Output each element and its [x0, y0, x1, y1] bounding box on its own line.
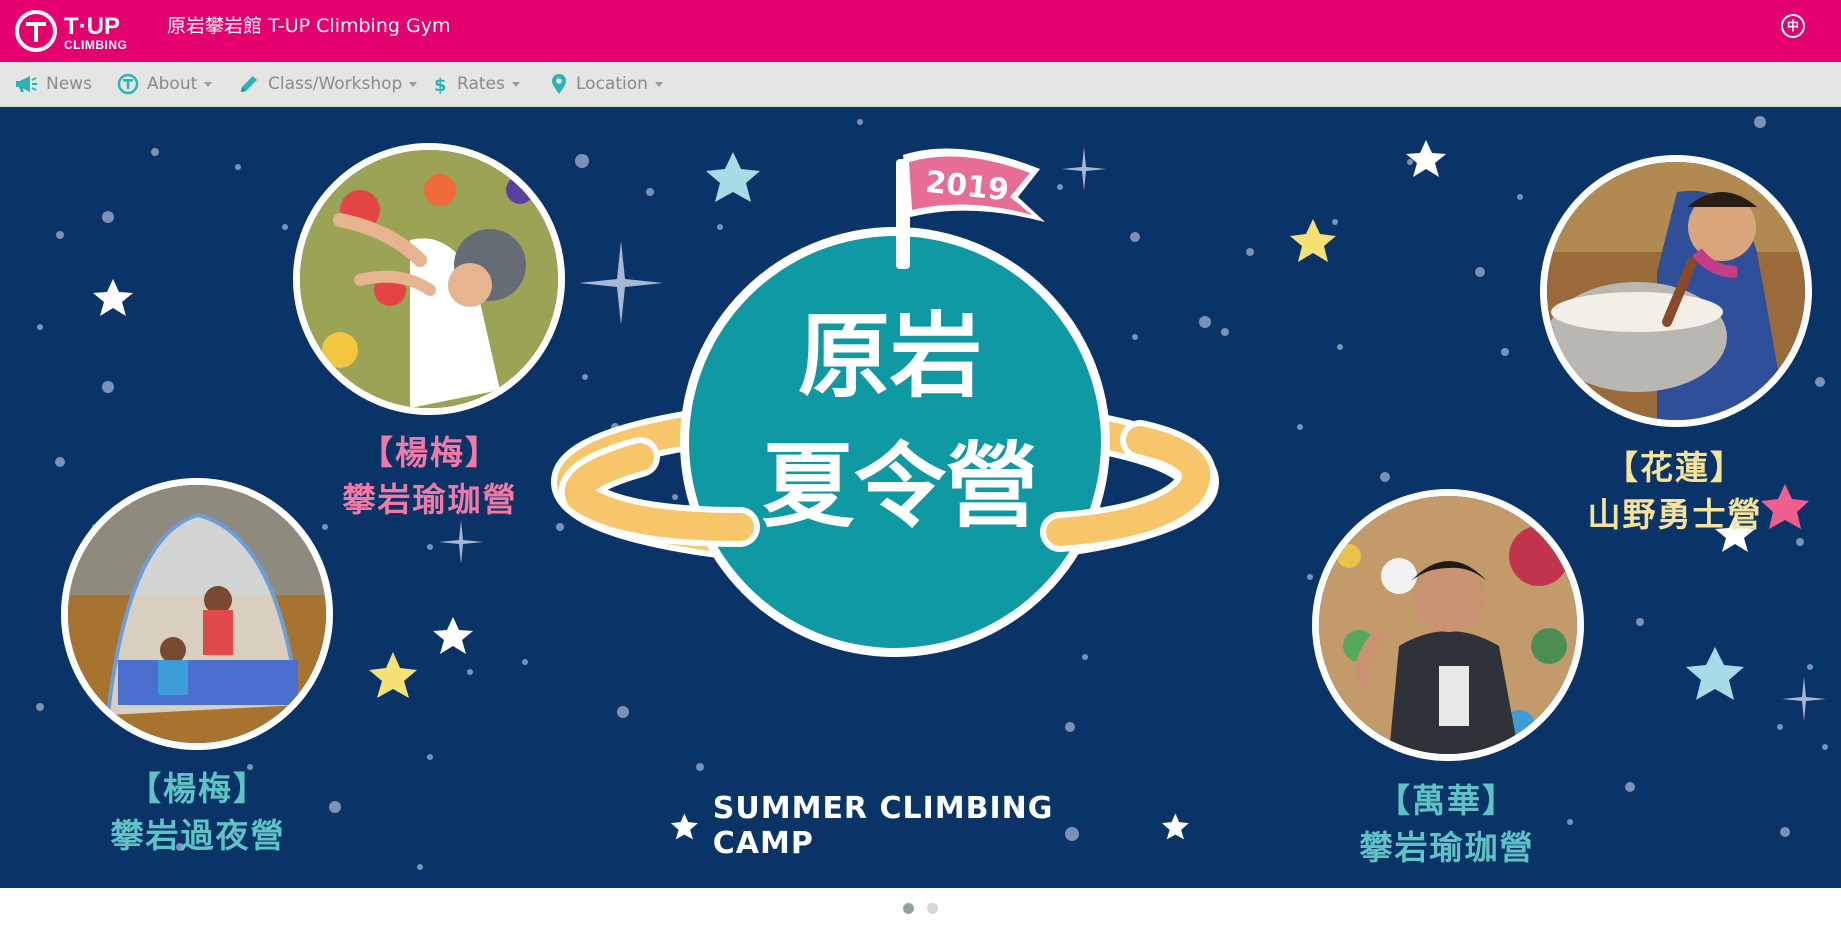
caption-title: 攀岩瑜珈營	[342, 480, 518, 519]
carousel-indicator-2[interactable]	[927, 903, 938, 914]
nav-item-label: Location	[576, 74, 648, 94]
nav-item-location[interactable]: Location	[550, 62, 663, 106]
map-pin-icon	[552, 74, 566, 94]
nav-item-label: Rates	[457, 74, 505, 94]
photo-kid-cooking	[1540, 155, 1812, 427]
caption-title: 山野勇士營	[1587, 495, 1763, 534]
caption-yangmei-overnight: 【楊梅】 攀岩過夜營	[78, 765, 318, 859]
camp-title-line1: 原岩	[797, 303, 982, 410]
logo-main-text: T·UP	[64, 13, 120, 40]
pencil-icon	[241, 76, 257, 92]
photo-boy-bouldering	[1312, 489, 1584, 761]
chevron-down-icon	[409, 81, 418, 87]
star-icon	[1162, 813, 1190, 840]
chevron-down-icon	[204, 81, 213, 87]
tup-circle-icon	[117, 73, 139, 95]
carousel-indicator-1[interactable]	[903, 903, 914, 914]
top-brand-bar: T·UP CLIMBING 原岩攀岩館 T-UP Climbing Gym 中	[0, 0, 1841, 62]
chevron-down-icon	[654, 81, 663, 87]
caption-title: 攀岩瑜珈營	[1359, 828, 1535, 867]
caption-region: 【萬華】	[1377, 781, 1517, 820]
main-navigation: News About Class/Workshop $ Rates Locati…	[0, 62, 1841, 107]
nav-item-news[interactable]: News	[14, 62, 92, 106]
megaphone-icon	[16, 76, 37, 92]
photo-kids-tent	[61, 478, 333, 750]
camp-title-line2: 夏令營	[761, 433, 1038, 540]
caption-title: 攀岩過夜營	[110, 816, 286, 855]
nav-item-rates[interactable]: $ Rates	[433, 62, 520, 106]
logo-sub-text: CLIMBING	[64, 38, 127, 52]
nav-item-label: About	[147, 74, 198, 94]
caption-region: 【花蓮】	[1605, 448, 1745, 487]
summer-camp-tagline: SUMMER CLIMBING CAMP	[670, 791, 1190, 861]
nav-item-class-workshop[interactable]: Class/Workshop	[238, 62, 418, 106]
chevron-down-icon	[511, 81, 520, 87]
summer-camp-text: SUMMER CLIMBING CAMP	[712, 791, 1054, 861]
star-icon	[670, 813, 698, 840]
caption-yangmei-yoga: 【楊梅】 攀岩瑜珈營	[310, 429, 550, 523]
caption-region: 【楊梅】	[360, 433, 500, 472]
caption-wanhua-yoga: 【萬華】 攀岩瑜珈營	[1327, 777, 1567, 871]
site-title[interactable]: 原岩攀岩館 T-UP Climbing Gym	[167, 14, 450, 38]
nav-item-label: News	[46, 74, 92, 94]
nav-item-label: Class/Workshop	[268, 74, 403, 94]
photo-kid-climbing-wall	[293, 143, 565, 415]
tup-climbing-logo[interactable]: T·UP CLIMBING	[14, 8, 154, 54]
hero-banner-slide[interactable]: 2019 原岩 夏令營 【楊梅】 攀岩瑜珈營 【楊梅】 攀岩過夜營 【花蓮】 山…	[0, 107, 1841, 888]
language-toggle-button[interactable]: 中	[1781, 14, 1805, 38]
nav-item-about[interactable]: About	[117, 62, 213, 106]
svg-text:$: $	[434, 75, 447, 95]
dollar-icon: $	[434, 75, 447, 95]
caption-region: 【楊梅】	[128, 769, 268, 808]
caption-hualien-warrior: 【花蓮】 山野勇士營	[1555, 444, 1795, 538]
